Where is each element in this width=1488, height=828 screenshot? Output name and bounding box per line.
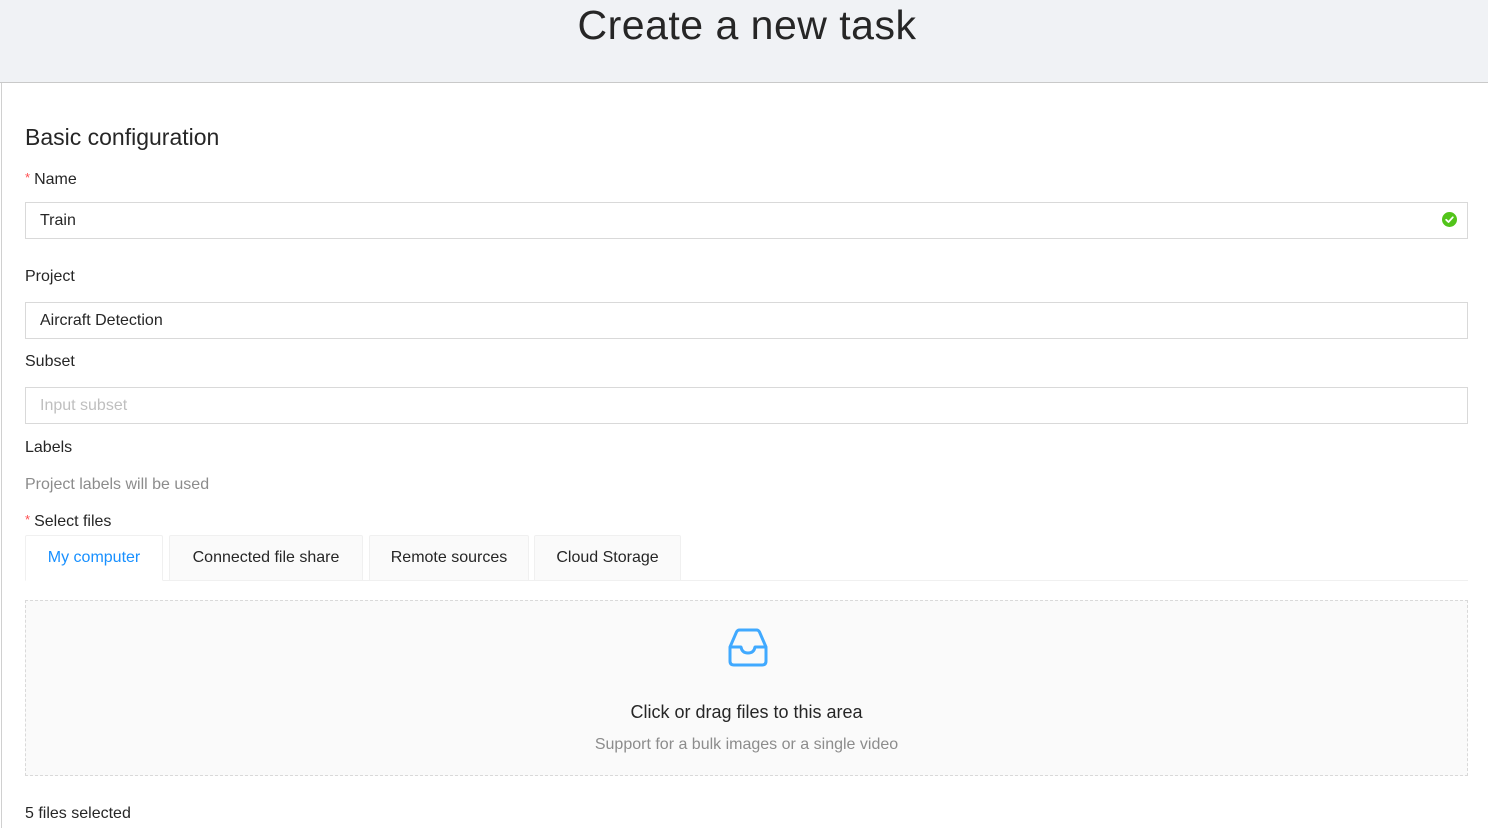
- select-files-label-text: Select files: [34, 513, 112, 530]
- required-mark: *: [25, 512, 31, 527]
- required-mark: *: [25, 170, 31, 185]
- dropzone-text: Click or drag files to this area: [630, 702, 863, 722]
- name-input[interactable]: [25, 202, 1468, 239]
- name-label-text: Name: [34, 171, 77, 188]
- valid-check-icon: [1442, 212, 1457, 227]
- inbox-icon: [726, 625, 770, 669]
- select-files-label: * Select files: [25, 512, 112, 531]
- subset-label: Subset: [25, 353, 75, 370]
- tab-connected-file-share[interactable]: Connected file share: [169, 535, 363, 581]
- dropzone-hint: Support for a bulk images or a single vi…: [594, 736, 899, 753]
- project-input[interactable]: [25, 302, 1468, 339]
- tab-remote-sources[interactable]: Remote sources: [369, 535, 529, 581]
- file-dropzone[interactable]: Click or drag files to this area Support…: [25, 600, 1468, 776]
- labels-hint: Project labels will be used: [25, 476, 210, 493]
- tab-cloud-storage[interactable]: Cloud Storage: [534, 535, 681, 581]
- project-label: Project: [25, 268, 75, 285]
- files-selected-count: 5 files selected: [25, 805, 131, 822]
- section-title-basic-configuration: Basic configuration: [25, 124, 220, 150]
- subset-input[interactable]: [25, 387, 1468, 424]
- name-label: * Name: [25, 170, 77, 189]
- labels-label: Labels: [25, 439, 73, 456]
- page-header: Create a new task: [0, 0, 1488, 83]
- tab-my-computer[interactable]: My computer: [25, 535, 163, 581]
- page-title: Create a new task: [577, 2, 917, 48]
